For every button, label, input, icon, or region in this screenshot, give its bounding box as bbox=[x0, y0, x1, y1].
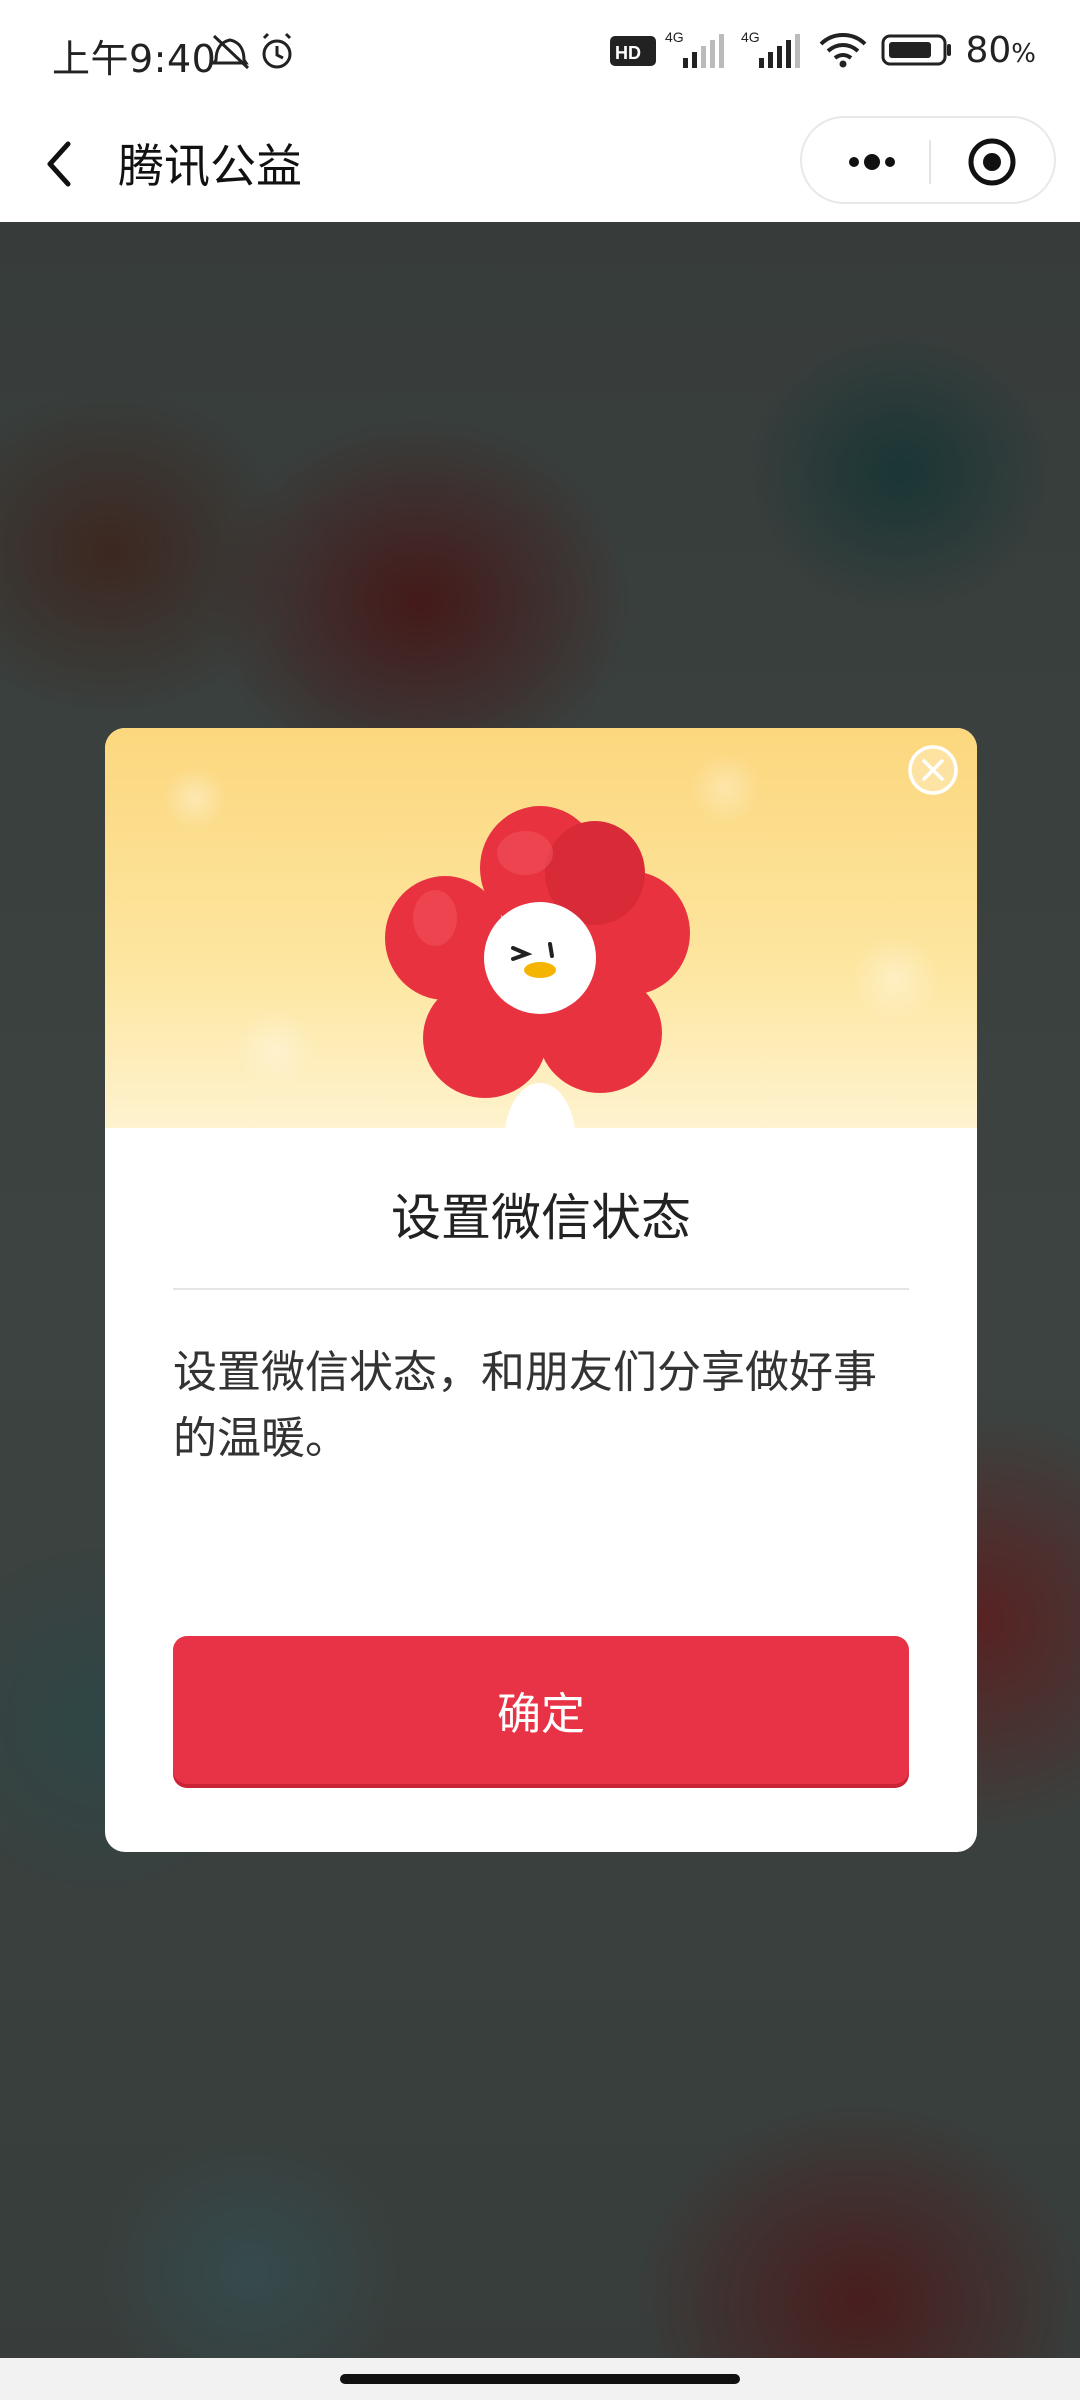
flower-mascot-illustration bbox=[385, 806, 690, 1128]
dialog-message: 设置微信状态，和朋友们分享做好事的温暖。 bbox=[173, 1347, 877, 1464]
more-button[interactable] bbox=[822, 118, 918, 206]
dialog-title: 设置微信状态 bbox=[391, 1189, 691, 1247]
confirm-button[interactable]: 确定 bbox=[173, 1636, 909, 1784]
dialog-divider bbox=[173, 1288, 909, 1290]
capsule-close-button[interactable] bbox=[942, 118, 1042, 206]
home-indicator[interactable] bbox=[340, 2374, 740, 2384]
signal-icon-1: 4G bbox=[665, 29, 725, 68]
back-button[interactable] bbox=[38, 134, 78, 194]
close-circle-icon bbox=[908, 745, 958, 795]
chevron-left-icon bbox=[47, 141, 71, 187]
wifi-icon bbox=[820, 33, 867, 68]
target-circle-icon bbox=[968, 138, 1016, 186]
more-dots-icon bbox=[849, 154, 895, 170]
page-title: 腾讯公益 bbox=[118, 139, 302, 193]
status-dialog: 设置微信状态 设置微信状态，和朋友们分享做好事的温暖。 确定 bbox=[105, 728, 977, 1852]
signal-icon-2: 4G bbox=[741, 29, 801, 68]
dialog-hero-banner bbox=[105, 728, 977, 1128]
nav-bar: 腾讯公益 bbox=[0, 106, 1080, 222]
status-right-icons: HD 4G 4G 80% bbox=[609, 28, 1036, 72]
gesture-bar bbox=[0, 2358, 1080, 2400]
status-bar: 上午9:40 HD 4G 4G 80% bbox=[0, 0, 1080, 106]
capsule-divider bbox=[929, 140, 931, 184]
svg-text:HD: HD bbox=[615, 43, 641, 63]
status-time: 上午9:40 bbox=[52, 37, 217, 81]
battery-percent: 80% bbox=[965, 29, 1036, 71]
dialog-close-button[interactable] bbox=[907, 744, 959, 796]
battery-icon bbox=[881, 34, 952, 66]
mute-alarm-icons bbox=[211, 32, 292, 70]
svg-text:4G: 4G bbox=[741, 29, 760, 45]
status-left-icons bbox=[210, 30, 300, 78]
capsule-menu bbox=[800, 116, 1056, 204]
svg-text:4G: 4G bbox=[665, 29, 684, 45]
hd-icon: HD bbox=[610, 36, 657, 66]
